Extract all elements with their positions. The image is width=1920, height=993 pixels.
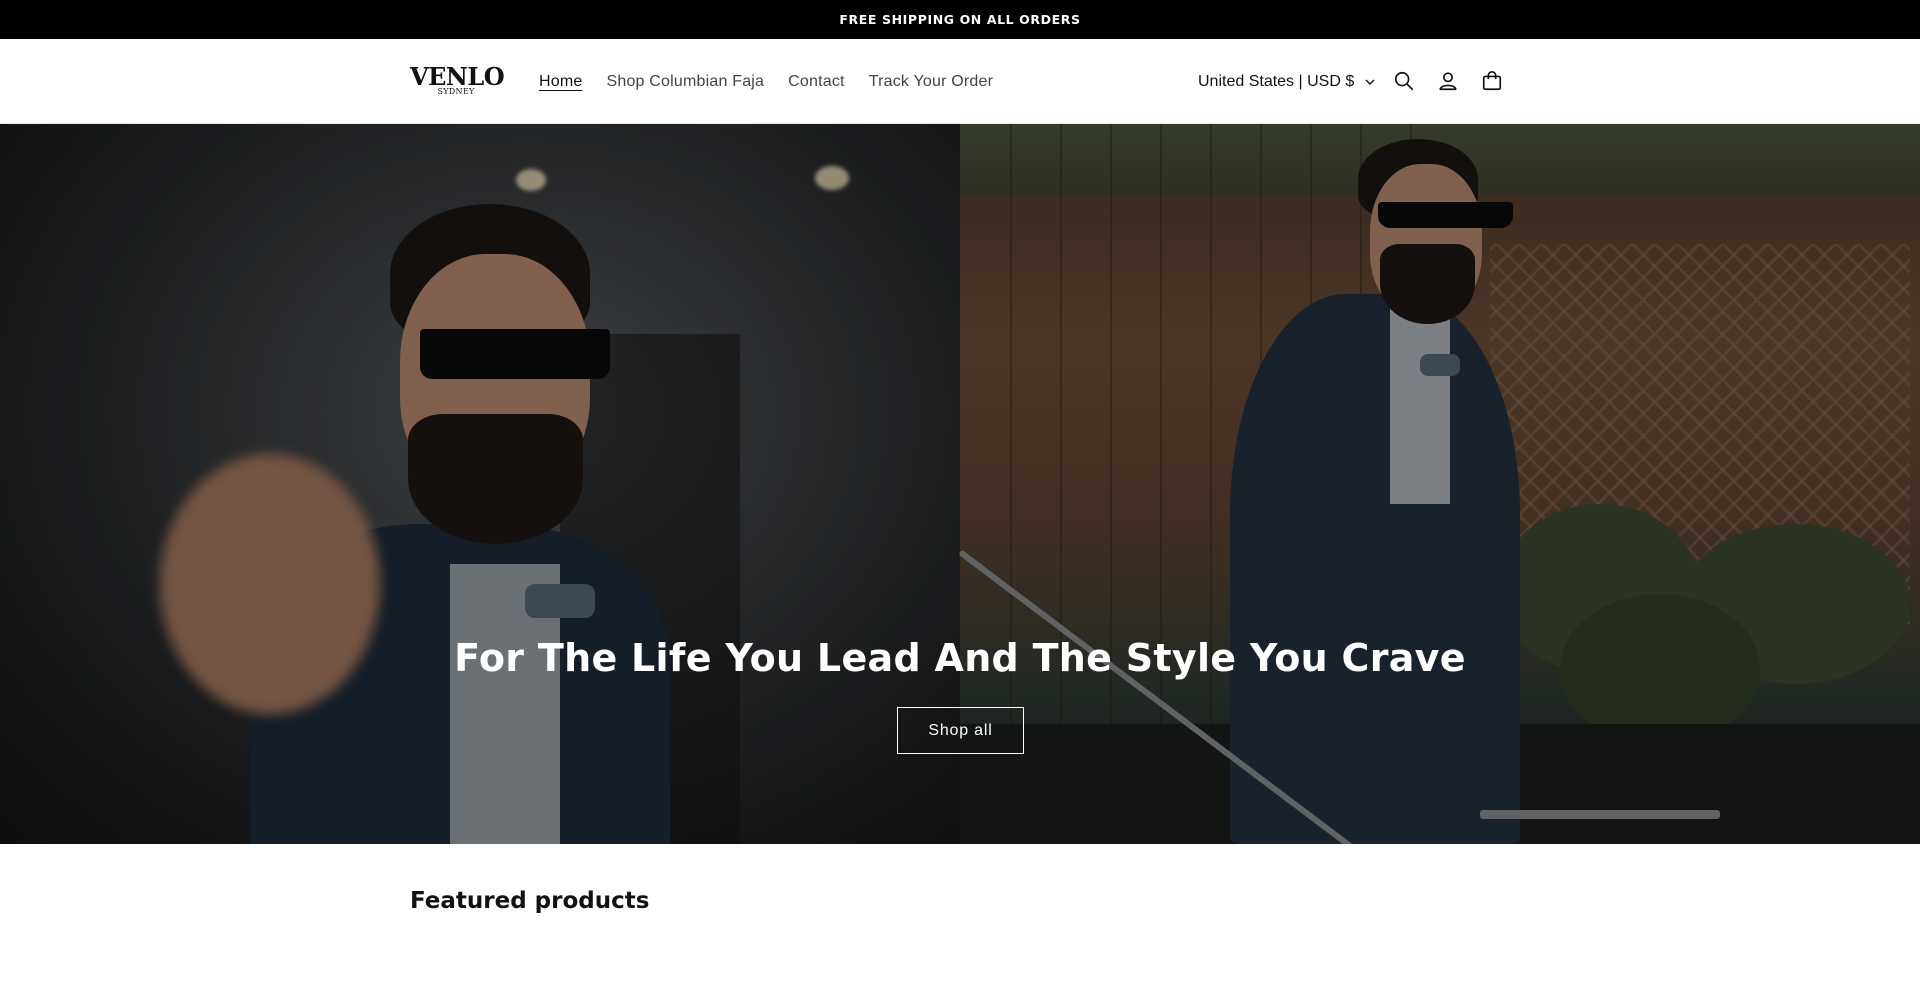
main-nav: Home Shop Columbian Faja Contact Track Y… — [539, 39, 1017, 124]
hero-title: For The Life You Lead And The Style You … — [454, 636, 1466, 680]
announcement-bar: FREE SHIPPING ON ALL ORDERS — [0, 0, 1920, 39]
chevron-down-icon — [1364, 76, 1376, 88]
logo-wordmark: VENLO — [410, 62, 505, 91]
cart-icon[interactable] — [1477, 66, 1507, 96]
country-selector[interactable]: United States | USD $ — [1198, 39, 1376, 124]
featured-products-heading: Featured products — [410, 888, 650, 914]
search-icon[interactable] — [1389, 66, 1419, 96]
announcement-text: FREE SHIPPING ON ALL ORDERS — [839, 12, 1081, 27]
site-header: VENLO SYDNEY Home Shop Columbian Faja Co… — [0, 39, 1920, 124]
nav-contact[interactable]: Contact — [788, 73, 845, 91]
shop-all-button[interactable]: Shop all — [897, 707, 1024, 754]
account-icon[interactable] — [1433, 66, 1463, 96]
country-selector-label: United States | USD $ — [1198, 72, 1355, 90]
store-logo[interactable]: VENLO SYDNEY — [410, 62, 505, 99]
nav-track-order[interactable]: Track Your Order — [869, 73, 993, 91]
hero-banner: For The Life You Lead And The Style You … — [0, 124, 1920, 844]
nav-shop-columbian-faja[interactable]: Shop Columbian Faja — [606, 73, 764, 91]
nav-home[interactable]: Home — [539, 73, 582, 91]
